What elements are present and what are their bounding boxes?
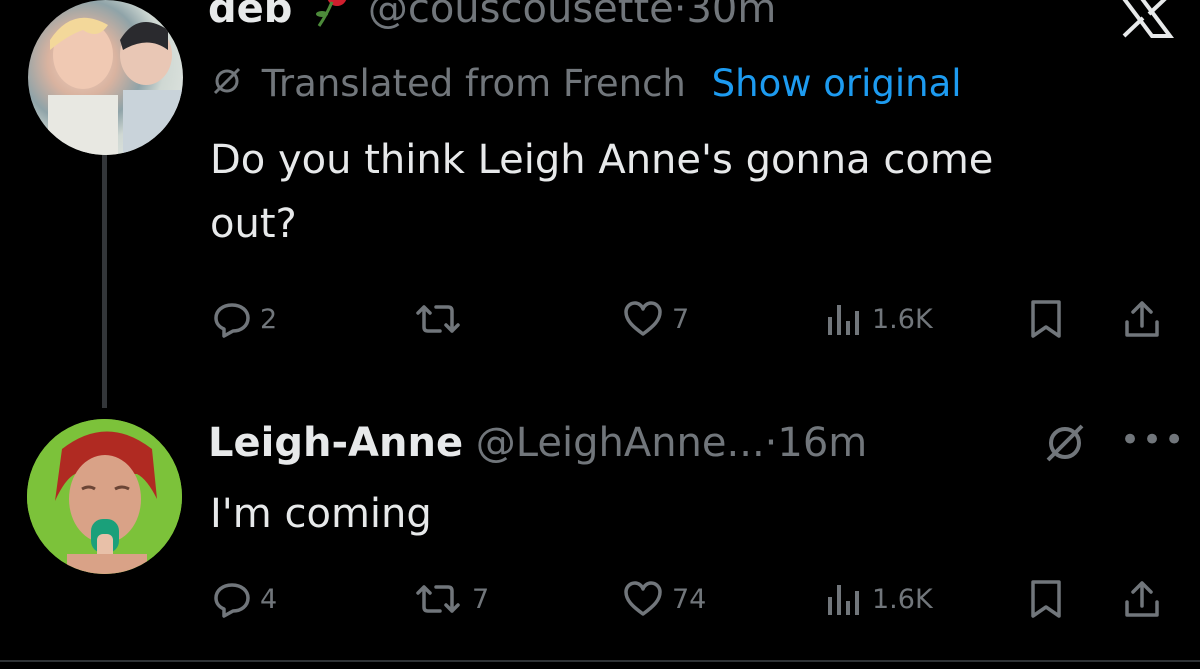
views-count: 1.6K <box>872 303 933 335</box>
views-button[interactable]: 1.6K <box>824 574 933 624</box>
tweet-text: Do you think Leigh Anne's gonna come out… <box>210 128 1170 256</box>
reply-button[interactable]: 2 <box>212 294 277 344</box>
tweet-text: I'm coming <box>210 482 1170 546</box>
separator-dot: · <box>673 0 687 32</box>
heart-icon <box>624 581 662 616</box>
bookmark-button[interactable] <box>1028 574 1064 624</box>
like-button[interactable]: 7 <box>622 294 689 344</box>
divider <box>0 660 1200 662</box>
heart-icon <box>624 301 662 336</box>
views-chart-icon <box>828 585 859 615</box>
avatar[interactable] <box>28 0 183 155</box>
tweet-text-line: I'm coming <box>210 491 432 537</box>
share-button[interactable] <box>1122 294 1162 344</box>
views-count: 1.6K <box>872 583 933 615</box>
translation-label: Translated from French <box>261 62 686 105</box>
handle[interactable]: @LeighAnne... <box>476 420 765 466</box>
separator-dot: · <box>764 420 778 466</box>
reply-button[interactable]: 4 <box>212 574 277 624</box>
repost-button[interactable] <box>412 294 472 344</box>
views-button[interactable]: 1.6K <box>824 294 933 344</box>
repost-count: 7 <box>472 583 490 615</box>
like-button[interactable]: 74 <box>622 574 706 624</box>
translate-icon <box>210 64 244 107</box>
share-icon <box>1125 301 1159 337</box>
bookmark-icon <box>1031 300 1061 338</box>
display-name[interactable]: Leigh-Anne <box>208 420 463 466</box>
repost-icon <box>416 305 460 333</box>
translation-row: Translated from French Show original <box>210 62 962 107</box>
tweet-leigh-anne[interactable]: Leigh-Anne @LeighAnne...·16m I'm coming … <box>0 412 1200 652</box>
avatar[interactable] <box>27 419 182 574</box>
tweet-deb[interactable]: deb @couscousette·30m Translated from Fr… <box>0 0 1200 400</box>
action-bar: 4 7 74 1.6K <box>0 574 1200 624</box>
handle[interactable]: @couscousette <box>368 0 674 32</box>
repost-button[interactable]: 7 <box>412 574 489 624</box>
share-button[interactable] <box>1122 574 1162 624</box>
bookmark-icon <box>1031 580 1061 618</box>
reply-icon <box>214 303 250 338</box>
more-options-button[interactable]: ••• <box>1120 420 1186 460</box>
display-name[interactable]: deb <box>208 0 292 32</box>
tweet-text-line: Do you think Leigh Anne's gonna come <box>210 137 994 183</box>
like-count: 74 <box>672 583 707 615</box>
translate-icon[interactable] <box>1040 418 1090 472</box>
bookmark-button[interactable] <box>1028 294 1064 344</box>
reply-count: 4 <box>260 583 278 615</box>
action-bar: 2 7 1.6K <box>0 294 1200 344</box>
show-original-link[interactable]: Show original <box>712 62 962 105</box>
share-icon <box>1125 581 1159 617</box>
like-count: 7 <box>672 303 690 335</box>
repost-icon <box>416 585 460 613</box>
reply-icon <box>214 583 250 618</box>
rose-icon <box>305 0 355 40</box>
tweet-text-line: out? <box>210 201 297 247</box>
reply-count: 2 <box>260 303 278 335</box>
timestamp[interactable]: 16m <box>777 420 867 466</box>
views-chart-icon <box>828 305 859 335</box>
timestamp[interactable]: 30m <box>686 0 776 32</box>
